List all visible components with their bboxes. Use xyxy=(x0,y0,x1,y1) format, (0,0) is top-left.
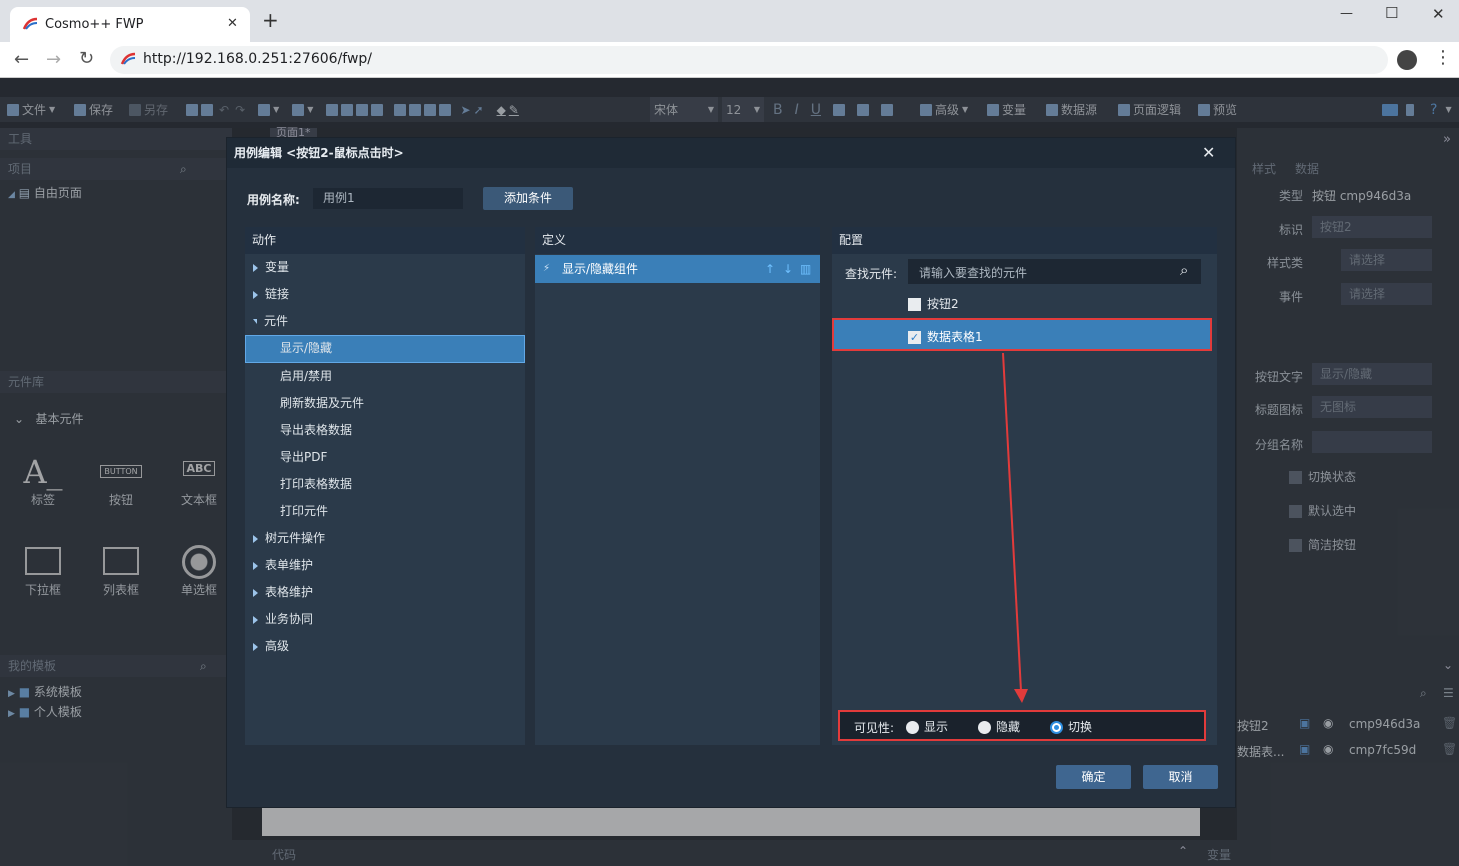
add-condition-button[interactable]: 添加条件 xyxy=(483,187,573,210)
tree-toggle-icon xyxy=(253,319,257,324)
url-text: http://192.168.0.251:27606/fwp/ xyxy=(143,51,373,67)
reload-icon[interactable]: ↻ xyxy=(79,48,94,69)
delete-icon[interactable]: ▥ xyxy=(800,255,811,283)
back-icon[interactable]: ← xyxy=(14,49,29,70)
action-enable-disable[interactable]: 启用/禁用 xyxy=(280,363,332,390)
menu-dots-icon[interactable]: ⋮ xyxy=(1434,47,1452,68)
new-tab-button[interactable]: + xyxy=(262,10,279,30)
tree-toggle-icon xyxy=(253,534,258,543)
site-icon xyxy=(120,52,136,66)
action-group-variable[interactable]: 变量 xyxy=(245,254,525,281)
action-group-collab[interactable]: 业务协同 xyxy=(245,606,525,633)
visibility-label: 可见性: xyxy=(854,721,895,735)
definition-item[interactable]: ⚡ 显示/隐藏组件 ↑ ↓ ▥ xyxy=(535,255,820,283)
profile-icon[interactable] xyxy=(1397,50,1417,70)
dialog-title: 用例编辑 <按钮2-鼠标点击时> xyxy=(227,138,1235,168)
radio-toggle[interactable]: 切换 xyxy=(1050,718,1092,735)
find-component-label: 查找元件: xyxy=(845,267,898,281)
cancel-button[interactable]: 取消 xyxy=(1143,765,1218,789)
forward-icon[interactable]: → xyxy=(46,49,61,70)
component-item[interactable]: 按钮2 xyxy=(908,295,959,312)
tree-toggle-icon xyxy=(253,263,258,272)
action-show-hide[interactable]: 显示/隐藏 xyxy=(280,335,332,362)
definition-column: 定义 ⚡ 显示/隐藏组件 ↑ ↓ ▥ xyxy=(535,227,820,745)
tree-toggle-icon xyxy=(253,290,258,299)
config-header: 配置 xyxy=(832,227,1217,254)
checkbox[interactable] xyxy=(908,298,921,311)
maximize-button[interactable]: ☐ xyxy=(1385,4,1398,22)
visibility-options: 可见性: 显示 隐藏 切换 xyxy=(838,710,1206,741)
url-bar[interactable]: http://192.168.0.251:27606/fwp/ xyxy=(110,46,1388,74)
tab-close-icon[interactable]: ✕ xyxy=(227,16,238,31)
action-print-table[interactable]: 打印表格数据 xyxy=(280,471,352,498)
tab-title: Cosmo++ FWP xyxy=(45,17,144,32)
case-name-label: 用例名称: xyxy=(247,193,300,207)
tree-toggle-icon xyxy=(253,642,258,651)
tree-toggle-icon xyxy=(253,588,258,597)
ok-button[interactable]: 确定 xyxy=(1056,765,1131,789)
action-export-pdf[interactable]: 导出PDF xyxy=(280,444,327,471)
window-close-button[interactable]: ✕ xyxy=(1432,5,1445,23)
tree-toggle-icon xyxy=(253,561,258,570)
lightning-icon: ⚡ xyxy=(543,263,551,274)
action-group-tree[interactable]: 树元件操作 xyxy=(245,525,525,552)
favicon-icon xyxy=(22,17,38,31)
actions-header: 动作 xyxy=(245,227,525,254)
action-group-component[interactable]: 元件 xyxy=(245,308,525,335)
annotation-arrow xyxy=(1002,352,1028,703)
tree-toggle-icon xyxy=(253,615,258,624)
actions-column: 动作 变量 链接 元件 显示/隐藏 启用/禁用 刷新数据及元件 导出表格数据 导… xyxy=(245,227,525,745)
checkbox-checked[interactable]: ✓ xyxy=(908,331,921,344)
move-down-icon[interactable]: ↓ xyxy=(783,255,793,283)
action-refresh[interactable]: 刷新数据及元件 xyxy=(280,390,364,417)
minimize-button[interactable]: — xyxy=(1340,6,1353,21)
browser-tab-bar: Cosmo++ FWP ✕ + — ☐ ✕ xyxy=(0,0,1459,42)
find-component-input[interactable]: 请输入要查找的元件 ⌕ xyxy=(908,259,1201,284)
radio-show[interactable]: 显示 xyxy=(906,718,948,735)
definition-header: 定义 xyxy=(535,227,820,254)
action-group-link[interactable]: 链接 xyxy=(245,281,525,308)
case-name-input[interactable]: 用例1 xyxy=(313,188,463,209)
action-group-table[interactable]: 表格维护 xyxy=(245,579,525,606)
browser-tab[interactable]: Cosmo++ FWP ✕ xyxy=(10,7,250,42)
action-group-advanced[interactable]: 高级 xyxy=(245,633,525,660)
search-icon[interactable]: ⌕ xyxy=(1180,261,1188,279)
action-export-table[interactable]: 导出表格数据 xyxy=(280,417,352,444)
action-group-form[interactable]: 表单维护 xyxy=(245,552,525,579)
action-print-component[interactable]: 打印元件 xyxy=(280,498,328,525)
case-edit-dialog: 用例编辑 <按钮2-鼠标点击时> ✕ 用例名称: 用例1 添加条件 动作 变量 … xyxy=(226,137,1236,808)
dialog-close-button[interactable]: ✕ xyxy=(1202,143,1215,162)
move-up-icon[interactable]: ↑ xyxy=(765,255,775,283)
radio-hide[interactable]: 隐藏 xyxy=(978,718,1020,735)
component-item-selected[interactable]: ✓ 数据表格1 xyxy=(832,318,1212,351)
address-bar: ← → ↻ http://192.168.0.251:27606/fwp/ ⋮ xyxy=(0,42,1459,78)
